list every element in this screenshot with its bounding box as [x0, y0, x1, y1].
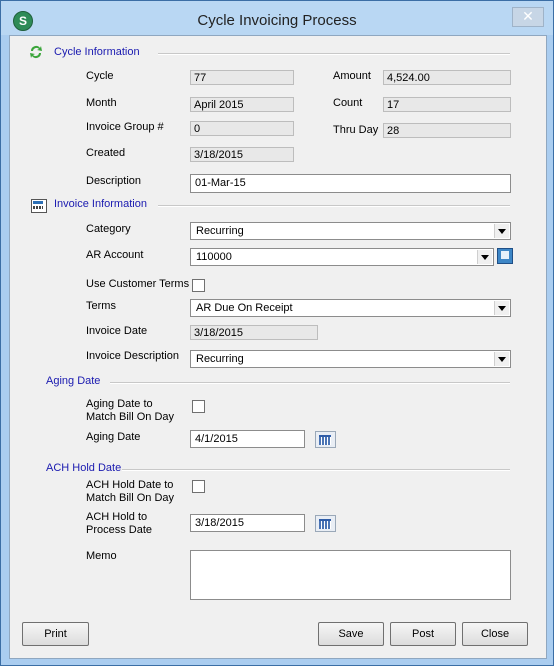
cycle-label: Cycle: [86, 70, 114, 82]
invoice-description-label: Invoice Description: [86, 350, 179, 362]
ach-hold-date-header: ACH Hold Date: [46, 462, 122, 474]
aging-date-input[interactable]: 4/1/2015: [190, 430, 305, 448]
invoice-description-value: Recurring: [196, 353, 244, 365]
post-button[interactable]: Post: [390, 622, 456, 646]
separator: [110, 382, 510, 384]
ach-process-label-line2: Process Date: [86, 524, 153, 536]
invoice-group-field: 0: [190, 121, 294, 136]
invoice-description-dropdown[interactable]: Recurring: [190, 350, 511, 368]
cycle-invoicing-window: S Cycle Invoicing Process ✕ Cycle Inform…: [0, 0, 554, 666]
cycle-field: 77: [190, 70, 294, 85]
save-button[interactable]: Save: [318, 622, 384, 646]
count-field: 17: [383, 97, 511, 112]
category-label: Category: [86, 223, 131, 235]
use-customer-terms-label: Use Customer Terms: [86, 278, 190, 290]
title-bar: S Cycle Invoicing Process ✕: [1, 1, 553, 35]
print-button[interactable]: Print: [22, 622, 89, 646]
ach-match-bill-checkbox[interactable]: [192, 480, 205, 493]
ach-process-label-line1: ACH Hold to: [86, 511, 148, 523]
account-lookup-icon[interactable]: [497, 248, 513, 264]
thru-day-field: 28: [383, 123, 511, 138]
amount-field: 4,524.00: [383, 70, 511, 85]
aging-match-label-line1: Aging Date to: [86, 398, 153, 410]
memo-label: Memo: [86, 550, 117, 562]
thru-day-label: Thru Day: [333, 124, 379, 136]
separator: [122, 469, 510, 471]
chevron-down-icon[interactable]: [494, 352, 509, 366]
use-customer-terms-checkbox[interactable]: [192, 279, 205, 292]
created-label: Created: [86, 147, 126, 159]
invoice-date-field: 3/18/2015: [190, 325, 318, 340]
cycle-information-header: Cycle Information: [54, 46, 140, 58]
memo-textarea[interactable]: [190, 550, 511, 600]
ach-process-date-input[interactable]: 3/18/2015: [190, 514, 305, 532]
ar-account-value: 110000: [196, 251, 232, 263]
terms-value: AR Due On Receipt: [196, 302, 293, 314]
refresh-icon: [30, 46, 42, 59]
chevron-down-icon[interactable]: [477, 250, 492, 264]
chevron-down-icon[interactable]: [494, 301, 509, 315]
aging-match-bill-checkbox[interactable]: [192, 400, 205, 413]
form-body: Cycle Information Cycle 77 Month April 2…: [9, 35, 547, 659]
description-input[interactable]: 01-Mar-15: [190, 174, 511, 193]
invoice-date-label: Invoice Date: [86, 325, 148, 337]
aging-match-label-line2: Match Bill On Day: [86, 411, 175, 423]
separator: [158, 205, 510, 207]
category-dropdown[interactable]: Recurring: [190, 222, 511, 240]
ar-account-dropdown[interactable]: 110000: [190, 248, 494, 266]
created-field: 3/18/2015: [190, 147, 294, 162]
invoice-information-header: Invoice Information: [54, 198, 147, 210]
separator: [158, 53, 510, 55]
window-title: Cycle Invoicing Process: [197, 12, 357, 29]
ach-match-label-line2: Match Bill On Day: [86, 492, 175, 504]
invoice-group-label: Invoice Group #: [86, 121, 164, 133]
ach-match-label-line1: ACH Hold Date to: [86, 479, 174, 491]
month-field: April 2015: [190, 97, 294, 112]
description-label: Description: [86, 175, 142, 187]
aging-date-label: Aging Date: [86, 431, 141, 443]
amount-label: Amount: [333, 70, 371, 82]
calendar-icon[interactable]: [315, 431, 336, 448]
terms-dropdown[interactable]: AR Due On Receipt: [190, 299, 511, 317]
count-label: Count: [333, 97, 363, 109]
aging-date-header: Aging Date: [46, 375, 101, 387]
invoice-icon: [31, 199, 47, 213]
ar-account-label: AR Account: [86, 249, 144, 261]
calendar-icon[interactable]: [315, 515, 336, 532]
terms-label: Terms: [86, 300, 116, 312]
chevron-down-icon[interactable]: [494, 224, 509, 238]
category-value: Recurring: [196, 225, 244, 237]
close-window-button[interactable]: ✕: [512, 7, 544, 27]
close-button[interactable]: Close: [462, 622, 528, 646]
month-label: Month: [86, 97, 117, 109]
